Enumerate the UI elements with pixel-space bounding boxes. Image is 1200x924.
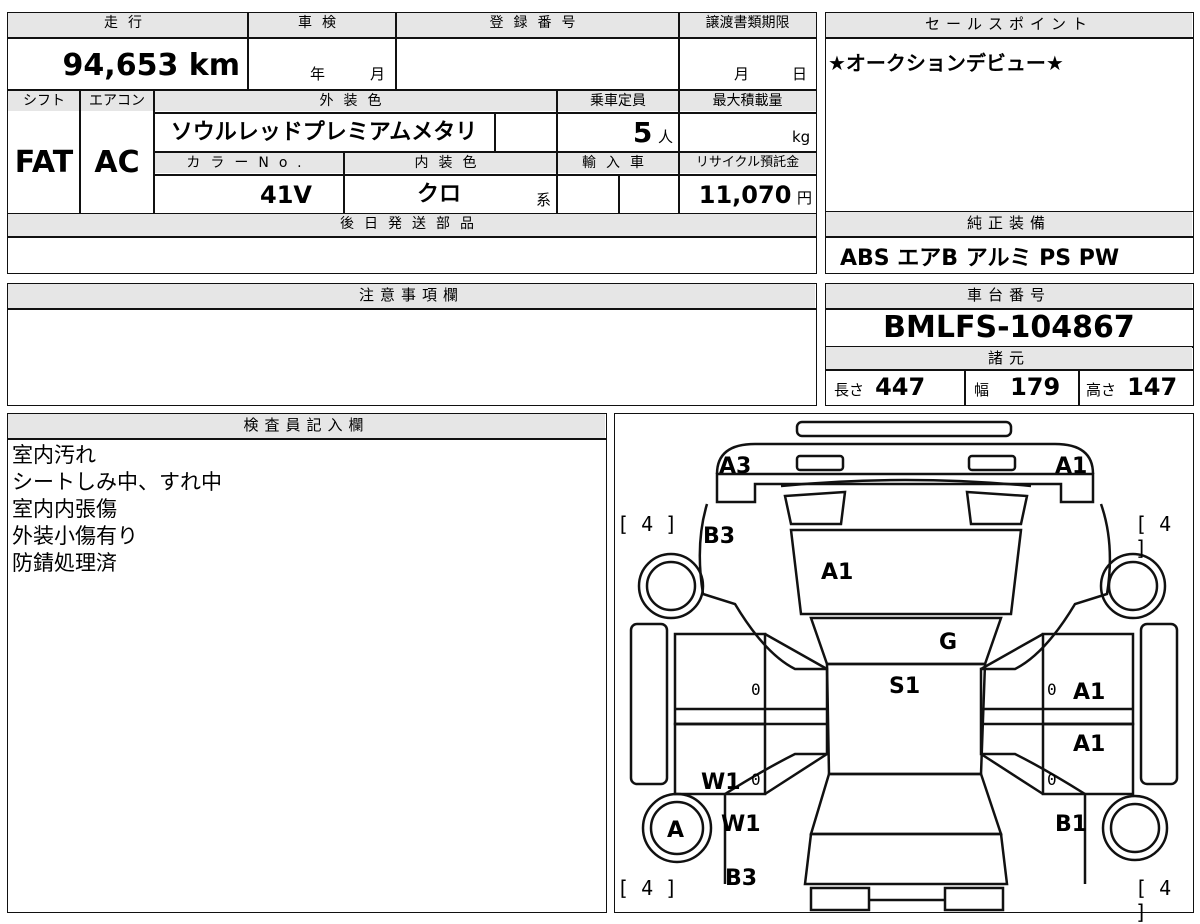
equipment-items: ABS エアB アルミ PS PW bbox=[840, 246, 1120, 271]
inspector-header: 検査員記入欄 bbox=[8, 414, 605, 438]
inspector-line: 防錆処理済 bbox=[12, 551, 117, 575]
equipment-header: 純正装備 bbox=[826, 212, 1192, 236]
header-shaken: 車検 bbox=[248, 13, 396, 37]
recycle-fee-unit: 円 bbox=[796, 189, 812, 207]
code-door-zero: 0 bbox=[1047, 770, 1057, 789]
code-door-zero: 0 bbox=[1047, 680, 1057, 699]
chassis-header: 車台番号 bbox=[826, 284, 1192, 308]
mileage-value: 94,653 km bbox=[8, 39, 248, 89]
header-imported: 輸入車 bbox=[557, 153, 679, 173]
tire-mark-rear-left: [ 4 ] bbox=[617, 876, 678, 900]
height-value: 147 bbox=[1127, 373, 1178, 401]
notes-header: 注意事項欄 bbox=[8, 284, 815, 308]
code-left-rear-door: W1 bbox=[701, 770, 741, 795]
inspector-line: シートしみ中、すれ中 bbox=[12, 470, 222, 494]
length-label: 長さ bbox=[834, 381, 865, 399]
code-right-rear-door: A1 bbox=[1073, 732, 1106, 757]
capacity-unit: 人 bbox=[657, 128, 673, 146]
header-max-load: 最大積載量 bbox=[679, 91, 816, 111]
sales-point-text: ★オークションデビュー★ bbox=[828, 51, 1064, 75]
car-diagram-box: [ 4 ] [ 4 ] [ 4 ] [ 4 ] A3 A1 B3 A1 G S1… bbox=[614, 413, 1194, 924]
shift-value: FAT bbox=[14, 145, 74, 180]
recycle-fee-number: 11,070 bbox=[698, 181, 792, 209]
max-load-unit: kg bbox=[792, 128, 811, 146]
shaken-year: 年 bbox=[310, 65, 326, 83]
header-exterior-color: 外装色 bbox=[154, 91, 557, 111]
transfer-month: 月 bbox=[734, 65, 750, 83]
shaken-month: 月 bbox=[370, 65, 386, 83]
transfer-day: 日 bbox=[792, 65, 808, 83]
equipment-box: 純正装備 ABS エアB アルミ PS PW bbox=[825, 211, 1194, 274]
code-left-quarter: W1 bbox=[721, 812, 761, 837]
recycle-fee-value: 11,070 円 bbox=[679, 175, 816, 213]
code-door-zero: 0 bbox=[751, 680, 761, 699]
header-mileage: 走行 bbox=[8, 13, 248, 37]
capacity-value: 5 人 bbox=[557, 113, 679, 151]
code-roof: S1 bbox=[889, 674, 921, 699]
chassis-box: 車台番号 BMLFS-104867 諸元 長さ 447 幅 179 高さ 147 bbox=[825, 283, 1194, 406]
code-front-left: A3 bbox=[719, 454, 752, 479]
mileage-unit: km bbox=[188, 48, 240, 83]
dimensions-header: 諸元 bbox=[826, 347, 1192, 369]
header-transfer-deadline: 譲渡書類期限 bbox=[679, 13, 816, 37]
color-no-value: 41V bbox=[260, 181, 312, 209]
code-glass: G bbox=[939, 630, 958, 655]
inspector-lines: 室内汚れ シートしみ中、すれ中 室内内張傷 外装小傷有り 防錆処理済 bbox=[12, 442, 222, 577]
height-label: 高さ bbox=[1086, 381, 1117, 399]
code-front-right: A1 bbox=[1055, 454, 1088, 479]
code-hood: A1 bbox=[821, 560, 854, 585]
inspector-line: 室内内張傷 bbox=[12, 497, 117, 521]
header-shift: シフト bbox=[8, 91, 80, 111]
code-right-front-door: A1 bbox=[1073, 680, 1106, 705]
width-label: 幅 bbox=[974, 381, 990, 399]
inspector-box: 検査員記入欄 室内汚れ シートしみ中、すれ中 室内内張傷 外装小傷有り 防錆処理… bbox=[7, 413, 607, 913]
header-capacity: 乗車定員 bbox=[557, 91, 679, 111]
header-later-parts: 後日発送部品 bbox=[8, 214, 816, 236]
sales-point-header: セールスポイント bbox=[826, 13, 1192, 37]
width-value: 179 bbox=[1010, 373, 1061, 401]
chassis-number: BMLFS-104867 bbox=[883, 310, 1135, 345]
sales-point-box: セールスポイント ★オークションデビュー★ bbox=[825, 12, 1194, 212]
code-rear-left: B3 bbox=[725, 866, 758, 891]
dimension-height: 高さ 147 bbox=[1086, 372, 1177, 405]
dimension-width: 幅 179 bbox=[974, 372, 1060, 405]
header-interior-color: 内装色 bbox=[344, 153, 557, 173]
exterior-color-value: ソウルレッドプレミアムメタリ bbox=[170, 120, 478, 145]
vehicle-info-table: 走行 車検 登録番号 譲渡書類期限 94,653 km 年 月 月 日 シフト … bbox=[7, 12, 817, 274]
code-door-zero: 0 bbox=[751, 770, 761, 789]
notes-box: 注意事項欄 bbox=[7, 283, 817, 406]
interior-color-value: クロ bbox=[416, 182, 461, 207]
code-left-fender: B3 bbox=[703, 524, 736, 549]
dimension-length: 長さ 447 bbox=[834, 372, 925, 405]
mileage-number: 94,653 bbox=[62, 48, 179, 83]
car-outline bbox=[629, 420, 1179, 912]
header-recycle-fee: リサイクル預託金 bbox=[679, 153, 816, 173]
tire-mark-front-left: [ 4 ] bbox=[617, 512, 678, 536]
header-color-no: カラーNo. bbox=[154, 153, 344, 173]
interior-color-suffix: 系 bbox=[536, 191, 552, 209]
tire-mark-rear-right: [ 4 ] bbox=[1135, 876, 1172, 924]
length-value: 447 bbox=[875, 373, 926, 401]
capacity-number: 5 bbox=[632, 116, 653, 149]
code-left-wheel: A bbox=[667, 818, 685, 843]
aircon-value: AC bbox=[94, 145, 140, 180]
header-aircon: エアコン bbox=[80, 91, 154, 111]
code-right-quarter: B1 bbox=[1055, 812, 1088, 837]
header-registration: 登録番号 bbox=[396, 13, 679, 37]
tire-mark-front-right: [ 4 ] bbox=[1135, 512, 1172, 560]
inspector-line: 外装小傷有り bbox=[12, 524, 138, 548]
inspector-line: 室内汚れ bbox=[12, 443, 96, 467]
